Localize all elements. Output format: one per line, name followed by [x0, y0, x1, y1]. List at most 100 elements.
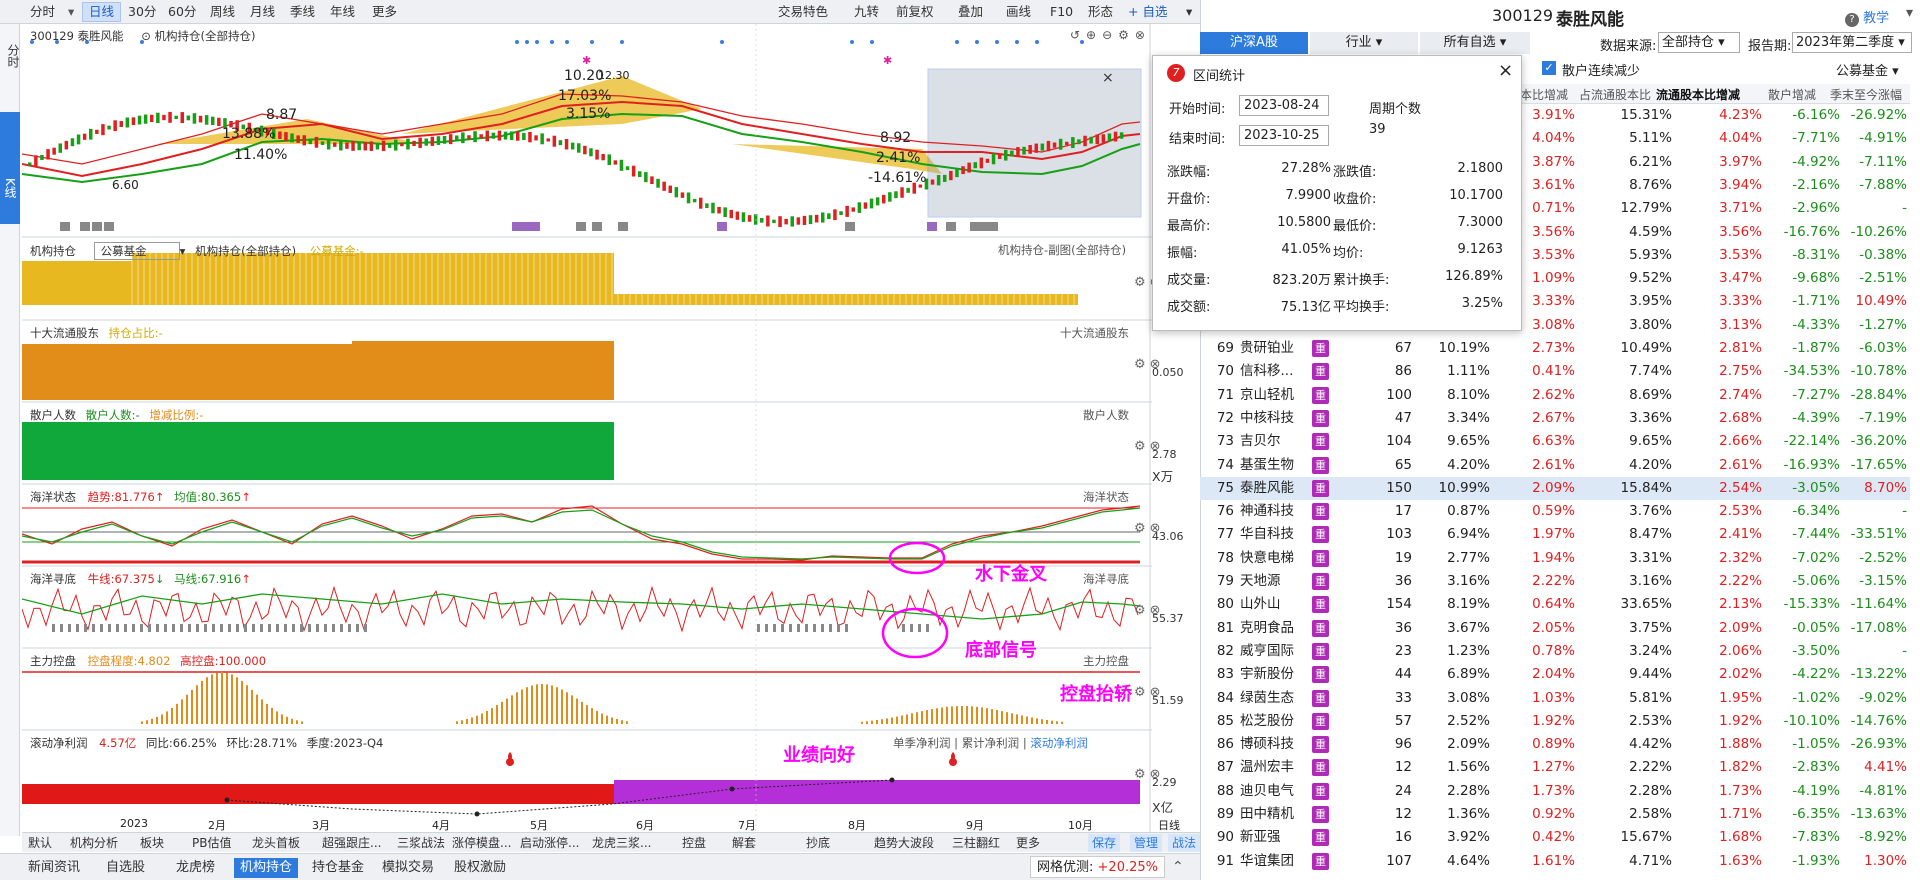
heavy-tag-badge[interactable]: 重 [1312, 806, 1329, 823]
side-tab-kline[interactable]: K线 [0, 112, 20, 224]
tab-weekly[interactable]: 周线 [204, 2, 241, 22]
strategy-button[interactable]: 抄底 [806, 834, 830, 852]
retail-decrease-checkbox[interactable]: ✓ [1542, 61, 1556, 75]
heavy-tag-badge[interactable]: 重 [1312, 573, 1329, 590]
chart-window-controls[interactable]: ↺⊕⊖⚙⊗ [1070, 28, 1151, 42]
fund-type-select[interactable]: 公募基金 [93, 242, 180, 260]
tab-timeshare[interactable]: 分时 [24, 2, 61, 22]
strategy-button[interactable]: 默认 [28, 834, 52, 852]
strategy-button[interactable]: 趋势大波段 [874, 834, 934, 852]
grid-backtest-box[interactable]: 网格优测: +20.25% [1030, 856, 1165, 878]
table-row[interactable]: 80 山外山 154 8.19% 0.64% 33.65% 2.13% -15.33% -11.… [1200, 593, 1910, 616]
table-row[interactable]: 85 松芝股份 57 2.52% 1.92% 2.53% 1.92% -10.10% -14.7… [1200, 710, 1910, 733]
tab-quarterly[interactable]: 季线 [284, 2, 321, 22]
heavy-tag-badge[interactable]: 重 [1312, 619, 1329, 637]
table-row[interactable]: 71 京山轻机 100 8.10% 2.62% 8.69% 2.74% -7.27% -28.8… [1200, 384, 1910, 407]
strategy-button[interactable]: PB估值 [192, 834, 231, 852]
table-row[interactable]: 69 贵研铂业 67 10.19% 2.73% 10.49% 2.81% -1.87% -6.0… [1200, 337, 1910, 360]
add-watchlist-button[interactable]: + 自选 [1122, 2, 1173, 22]
strategy-button[interactable]: 龙虎三浆... [592, 834, 651, 852]
heavy-tag-badge[interactable]: 重 [1312, 782, 1329, 800]
heavy-tag-badge[interactable]: 重 [1312, 759, 1329, 777]
table-row[interactable]: 86 博硕科技 96 2.09% 0.89% 4.42% 1.88% -1.05% -26.93… [1200, 733, 1910, 756]
f10-button[interactable]: F10 [1044, 2, 1079, 22]
table-row[interactable]: 73 吉贝尔 104 9.65% 6.63% 9.65% 2.66% -22.14% -36.2… [1200, 430, 1910, 453]
teach-link[interactable]: ? 教学 [1845, 7, 1889, 27]
tab-dragon-tiger[interactable]: 龙虎榜 [170, 858, 221, 878]
tab-daily[interactable]: 日线 [82, 2, 122, 22]
tab-inst-holdings[interactable]: 机构持仓 [234, 858, 299, 878]
tab-watchlist[interactable]: 自选股 [100, 858, 151, 878]
table-row[interactable]: 87 温州宏丰 12 1.56% 1.27% 2.22% 1.82% -2.83% 4.41% 重 [1200, 756, 1910, 779]
heavy-tag-badge[interactable]: 重 [1312, 433, 1329, 451]
table-row[interactable]: 89 田中精机 12 1.36% 0.92% 2.58% 1.71% -6.35% -13.63… [1200, 803, 1910, 826]
draw-line-button[interactable]: 画线 [1000, 2, 1037, 22]
tab-fund-holdings[interactable]: 持仓基金 [306, 858, 370, 878]
table-row[interactable]: 77 华自科技 103 6.94% 1.97% 8.47% 2.41% -7.44% -33.5… [1200, 523, 1910, 546]
heavy-tag-badge[interactable]: 重 [1312, 363, 1329, 381]
table-row[interactable]: 91 华谊集团 107 4.64% 1.61% 4.71% 1.63% -1.93% 1.30%… [1200, 850, 1910, 873]
trade-features-button[interactable]: 交易特色 [772, 2, 834, 22]
strategy-button[interactable]: 涨停模盘... [452, 834, 511, 852]
heavy-tag-badge[interactable]: 重 [1312, 689, 1329, 707]
collapse-icon[interactable]: ⌃ [1172, 859, 1184, 875]
heavy-tag-badge[interactable]: 重 [1312, 456, 1329, 474]
tab-market-a[interactable]: 沪深A股 [1200, 32, 1308, 54]
heavy-tag-badge[interactable]: 重 [1312, 736, 1329, 754]
start-date-input[interactable]: 2023-08-24 [1239, 95, 1329, 116]
range-selection-box[interactable] [927, 68, 1142, 218]
strategy-button[interactable]: 龙头首板 [252, 834, 300, 852]
pattern-button[interactable]: 形态 [1082, 2, 1119, 22]
tab-more[interactable]: 更多 [366, 2, 403, 22]
fund-type-select-right[interactable]: 公募基金 ▾ [1836, 60, 1899, 79]
end-date-input[interactable]: 2023-10-25 [1239, 125, 1329, 146]
nine-turn-button[interactable]: 九转 [848, 2, 885, 22]
heavy-tag-badge[interactable]: 重 [1312, 526, 1329, 544]
heavy-tag-badge[interactable]: 重 [1312, 409, 1329, 427]
strategy-button[interactable]: 三浆战法 [397, 834, 445, 852]
strategy-button[interactable]: 三柱翻红 [952, 834, 1000, 852]
table-row[interactable]: 70 信科移... 86 1.11% 0.41% 7.74% 2.75% -34.53% -10… [1200, 360, 1910, 383]
heavy-tag-badge[interactable]: 重 [1312, 829, 1329, 847]
strategy-button[interactable]: 管理 [1130, 834, 1163, 852]
table-row[interactable]: 78 快意电梯 19 2.77% 1.94% 3.31% 2.32% -7.02% -2.52%… [1200, 547, 1910, 570]
tab-equity-incentive[interactable]: 股权激励 [448, 858, 512, 878]
table-row[interactable]: 82 威亨国际 23 1.23% 0.78% 3.24% 2.06% -3.50% - 重 [1200, 640, 1910, 663]
tab-industry[interactable]: 行业 ▾ [1310, 32, 1418, 54]
indicator-select[interactable]: ⊙ 机构持仓(全部持仓) [141, 29, 255, 43]
heavy-tag-badge[interactable]: 重 [1312, 642, 1329, 660]
tab-monthly[interactable]: 月线 [244, 2, 281, 22]
heavy-tag-badge[interactable]: 重 [1312, 386, 1329, 404]
close-icon[interactable]: × [1498, 60, 1513, 81]
heavy-tag-badge[interactable]: 重 [1312, 852, 1329, 870]
table-row[interactable]: 83 宇新股份 44 6.89% 2.04% 9.44% 2.02% -4.22% -13.22… [1200, 663, 1910, 686]
table-row[interactable]: 75 泰胜风能 150 10.99% 2.09% 15.84% 2.54% -3.05% 8.7… [1200, 476, 1910, 500]
tab-60min[interactable]: 60分 [162, 2, 202, 22]
table-row[interactable]: 88 迪贝电气 24 2.28% 1.73% 2.28% 1.73% -4.19% -4.81%… [1200, 780, 1910, 803]
tab-all-watch[interactable]: 所有自选 ▾ [1420, 32, 1530, 54]
strategy-button[interactable]: 更多 [1016, 834, 1040, 852]
tab-sim-trade[interactable]: 模拟交易 [376, 858, 440, 878]
heavy-tag-badge[interactable]: 重 [1312, 712, 1329, 730]
report-period-select[interactable]: 2023年第二季度 ▾ [1792, 32, 1912, 53]
heavy-tag-badge[interactable]: 重 [1312, 340, 1329, 357]
chevron-down-icon[interactable]: ▾ [1180, 2, 1198, 22]
tab-30min[interactable]: 30分 [122, 2, 162, 22]
dropdown-arrow-icon[interactable]: ▾ [62, 2, 80, 22]
heavy-tag-badge[interactable]: 重 [1312, 503, 1329, 521]
table-row[interactable]: 76 神通科技 17 0.87% 0.59% 3.76% 2.53% -6.34% - 重 [1200, 500, 1910, 523]
table-row[interactable]: 81 克明食品 36 3.67% 2.05% 3.75% 2.09% -0.05% -17.08… [1200, 617, 1910, 640]
dropdown-icon[interactable]: ▾ [1906, 5, 1913, 21]
tab-news[interactable]: 新闻资讯 [22, 858, 86, 878]
event-flags[interactable] [60, 222, 998, 231]
strategy-button[interactable]: 解套 [732, 834, 756, 852]
side-tab-timeshare[interactable]: 分时 [0, 36, 20, 76]
chart-area[interactable]: × ✱ ✱ [22, 24, 1152, 832]
heavy-tag-badge[interactable]: 重 [1312, 479, 1329, 497]
table-row[interactable]: 79 天地源 36 3.16% 2.22% 3.16% 2.22% -5.06% -3.15% 重 [1200, 570, 1910, 593]
heavy-tag-badge[interactable]: 重 [1312, 549, 1329, 567]
strategy-button[interactable]: 板块 [140, 834, 164, 852]
strategy-button[interactable]: 启动涨停... [520, 834, 579, 852]
table-row[interactable]: 84 绿茵生态 33 3.08% 1.03% 5.81% 1.95% -1.02% -9.02%… [1200, 687, 1910, 710]
table-row[interactable]: 90 新亚强 16 3.92% 0.42% 15.67% 1.68% -7.83% -8.92%… [1200, 826, 1910, 849]
